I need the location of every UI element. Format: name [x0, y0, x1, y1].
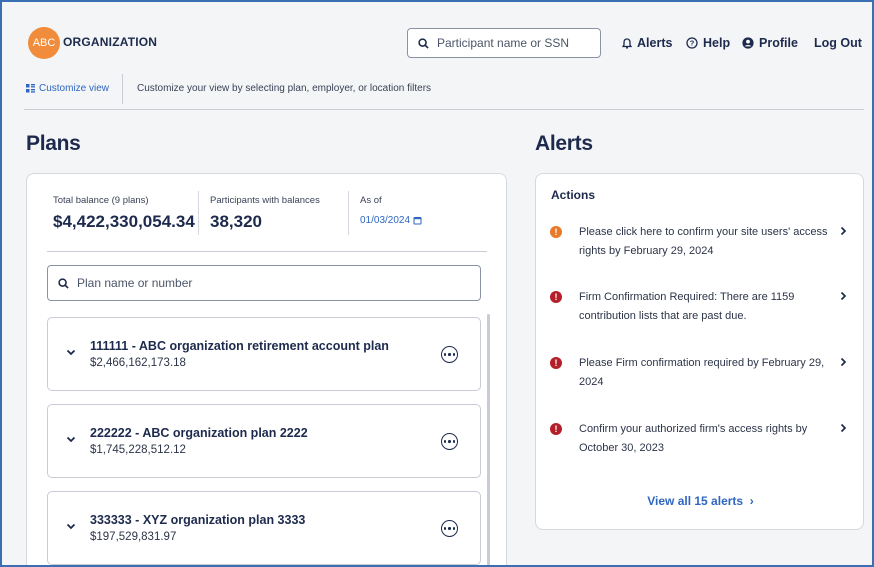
plan-name: 333333 - XYZ organization plan 3333: [90, 513, 306, 527]
alert-item[interactable]: ! Please click here to confirm your site…: [536, 223, 865, 269]
plan-name: 222222 - ABC organization plan 2222: [90, 426, 308, 440]
plans-scrollbar[interactable]: [487, 314, 490, 565]
plan-balance: $197,529,831.97: [90, 531, 177, 543]
alert-item[interactable]: ! Please Firm confirmation required by F…: [536, 354, 865, 400]
more-options-icon[interactable]: [441, 346, 458, 363]
participants-label: Participants with balances: [210, 195, 320, 206]
alerts-link[interactable]: Alerts: [622, 36, 672, 50]
plan-list-item[interactable]: 333333 - XYZ organization plan 3333 $197…: [47, 491, 481, 565]
participants-value: 38,320: [210, 212, 262, 231]
alert-text: Please Firm confirmation required by Feb…: [579, 357, 825, 388]
plan-balance: $1,745,228,512.12: [90, 444, 186, 456]
bell-icon: [622, 37, 632, 49]
warning-icon: !: [550, 226, 562, 238]
customize-view-label: Customize view: [39, 83, 110, 94]
alerts-heading: Alerts: [535, 132, 593, 155]
as-of-date-value: 01/03/2024: [360, 215, 411, 226]
subbar-divider: [122, 74, 123, 104]
plan-balance: $2,466,162,173.18: [90, 357, 186, 369]
top-header: ABC ORGANIZATION Alerts ? Help: [4, 4, 870, 74]
error-icon: !: [550, 423, 562, 435]
more-options-icon[interactable]: [441, 520, 458, 537]
filter-grid-icon: [26, 84, 35, 93]
calendar-icon: [413, 217, 422, 225]
profile-link-label: Profile: [759, 36, 798, 50]
error-icon: !: [550, 291, 562, 303]
alert-text: Confirm your authorized firm's access ri…: [579, 423, 808, 454]
chevron-right-icon[interactable]: [840, 357, 847, 367]
logo-mark[interactable]: ABC: [28, 27, 60, 59]
customize-description: Customize your view by selecting plan, e…: [137, 83, 432, 94]
customize-view-link[interactable]: Customize view: [26, 83, 109, 94]
as-of-label: As of: [360, 195, 382, 206]
participant-search[interactable]: [407, 28, 601, 58]
chevron-right-icon[interactable]: [840, 291, 847, 301]
plan-search-input[interactable]: [77, 276, 457, 290]
stat-divider: [348, 191, 349, 235]
actions-heading: Actions: [551, 188, 596, 202]
plans-card: Total balance (9 plans) $4,422,330,054.3…: [26, 173, 507, 565]
alert-text: Please click here to confirm your site u…: [579, 226, 828, 257]
user-icon: [742, 37, 754, 49]
summary-divider: [47, 251, 487, 252]
org-name: ORGANIZATION: [63, 35, 158, 49]
help-link-label: Help: [703, 36, 731, 50]
error-icon: !: [550, 357, 562, 369]
logout-link[interactable]: Log Out: [814, 36, 862, 50]
plans-heading: Plans: [26, 132, 81, 155]
search-icon: [58, 277, 69, 289]
alert-item[interactable]: ! Firm Confirmation Required: There are …: [536, 288, 865, 334]
chevron-right-icon[interactable]: [840, 423, 847, 433]
plan-list-item[interactable]: 111111 - ABC organization retirement acc…: [47, 317, 481, 391]
chevron-down-icon[interactable]: [66, 436, 76, 443]
view-all-alerts-link[interactable]: View all 15 alerts ›: [536, 494, 865, 508]
plan-list-item[interactable]: 222222 - ABC organization plan 2222 $1,7…: [47, 404, 481, 478]
profile-link[interactable]: Profile: [742, 36, 798, 50]
more-options-icon[interactable]: [441, 433, 458, 450]
svg-text:?: ?: [690, 39, 695, 48]
app-frame: ABC ORGANIZATION Alerts ? Help: [0, 0, 874, 567]
alert-text: Firm Confirmation Required: There are 11…: [579, 291, 795, 322]
stat-divider: [198, 191, 199, 235]
help-link[interactable]: ? Help: [686, 36, 730, 50]
chevron-right-icon[interactable]: [840, 226, 847, 236]
chevron-down-icon[interactable]: [66, 523, 76, 530]
plan-name: 111111 - ABC organization retirement acc…: [90, 339, 389, 353]
alert-item[interactable]: ! Confirm your authorized firm's access …: [536, 420, 865, 466]
alerts-card: Actions ! Please click here to confirm y…: [535, 173, 864, 530]
total-balance-label: Total balance (9 plans): [53, 195, 149, 206]
plan-search[interactable]: [47, 265, 481, 301]
alerts-link-label: Alerts: [637, 36, 673, 50]
help-icon: ?: [686, 37, 698, 49]
as-of-date-picker[interactable]: 01/03/2024: [360, 215, 422, 226]
search-icon: [418, 37, 429, 49]
chevron-right-icon: ›: [746, 494, 754, 508]
chevron-down-icon[interactable]: [66, 349, 76, 356]
total-balance-value: $4,422,330,054.34: [53, 212, 195, 231]
participant-search-input[interactable]: [437, 36, 587, 50]
view-all-alerts-label: View all 15 alerts: [647, 494, 744, 508]
customize-bar: Customize view Customize your view by se…: [24, 74, 864, 110]
logout-link-label: Log Out: [814, 36, 862, 50]
